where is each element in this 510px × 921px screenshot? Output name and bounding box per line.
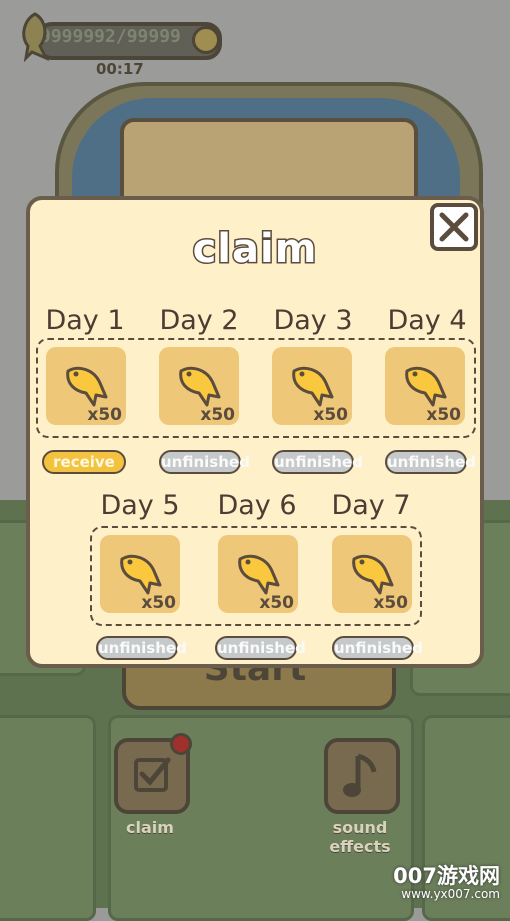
fish-icon — [405, 366, 447, 407]
reward-quantity: x50 — [373, 593, 408, 613]
reward-quantity: x50 — [259, 593, 294, 613]
day-label: Day 5 — [100, 490, 180, 521]
reward-tile[interactable]: x50 — [332, 535, 412, 613]
status-badge: unfinished — [332, 636, 423, 660]
day-label: Day 2 — [159, 305, 239, 336]
fish-icon — [352, 554, 394, 595]
coin-icon — [192, 26, 220, 54]
reward-tile[interactable]: x50 — [385, 347, 465, 425]
notification-dot — [170, 733, 192, 755]
reward-tile[interactable]: x50 — [272, 347, 352, 425]
status-badge: unfinished — [385, 450, 476, 474]
reward-tile[interactable]: x50 — [218, 535, 298, 613]
reward-tile[interactable]: x50 — [100, 535, 180, 613]
watermark-url: www.yx007.com — [401, 887, 500, 901]
claim-menu-label: claim — [126, 818, 174, 837]
reward-tile[interactable]: x50 — [46, 347, 126, 425]
status-badge: unfinished — [272, 450, 363, 474]
day-label: Day 7 — [331, 490, 411, 521]
currency-value: 9999992/99999 — [40, 26, 181, 47]
fish-icon — [292, 366, 334, 407]
music-note-icon — [343, 753, 377, 797]
reward-quantity: x50 — [141, 593, 176, 613]
timer: 00:17 — [96, 60, 144, 78]
day-label: Day 4 — [387, 305, 467, 336]
reward-quantity: x50 — [313, 405, 348, 425]
day-label: Day 6 — [217, 490, 297, 521]
day-label: Day 3 — [273, 305, 353, 336]
ground-tile — [0, 715, 96, 921]
fish-currency-icon — [22, 12, 50, 62]
status-badge: unfinished — [96, 636, 187, 660]
receive-button[interactable]: receive — [42, 450, 126, 474]
sound-effects-label: sound effects — [329, 818, 391, 856]
fish-icon — [179, 366, 221, 407]
watermark: 007游戏网 — [393, 864, 500, 888]
fish-icon — [120, 554, 162, 595]
status-badge: unfinished — [159, 450, 250, 474]
reward-tile[interactable]: x50 — [159, 347, 239, 425]
status-badge: unfinished — [215, 636, 306, 660]
sound-effects-button[interactable] — [324, 738, 400, 814]
fish-icon — [238, 554, 280, 595]
fish-icon — [66, 366, 108, 407]
reward-quantity: x50 — [426, 405, 461, 425]
reward-quantity: x50 — [87, 405, 122, 425]
day-label: Day 1 — [45, 305, 125, 336]
reward-quantity: x50 — [200, 405, 235, 425]
dialog-title: claim — [191, 225, 318, 274]
